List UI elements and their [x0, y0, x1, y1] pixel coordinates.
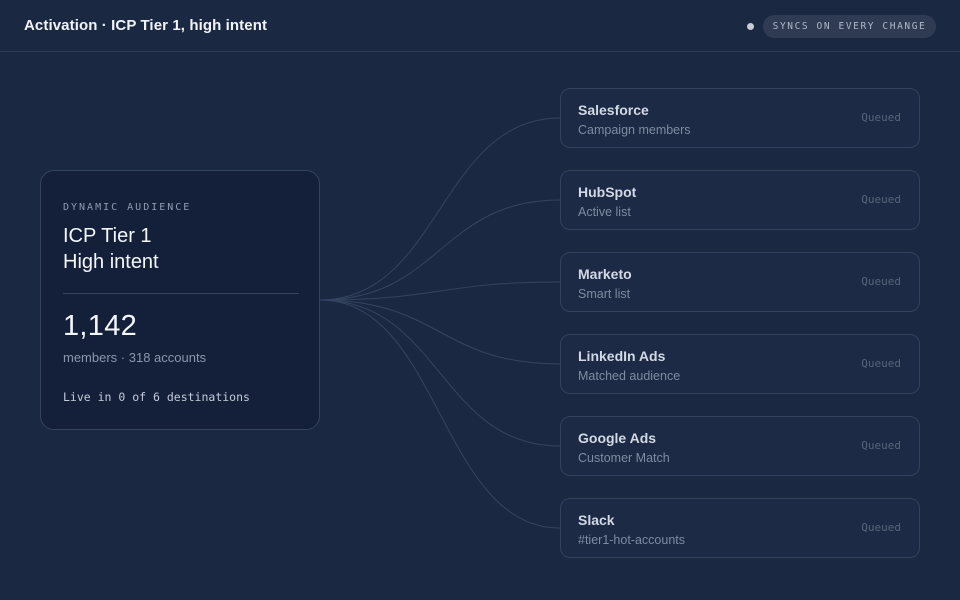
- destination-status: Queued: [861, 439, 901, 452]
- destination-status: Queued: [861, 357, 901, 370]
- destination-name: Google Ads: [578, 430, 657, 446]
- connector-salesforce: [319, 117, 561, 301]
- destination-type: Customer Match: [578, 451, 670, 465]
- destination-name: Salesforce: [578, 102, 649, 118]
- destination-type: Active list: [578, 205, 631, 219]
- destination-name: LinkedIn Ads: [578, 348, 666, 364]
- destination-marketo[interactable]: Marketo Smart list Queued: [560, 252, 920, 312]
- connector-hubspot: [319, 199, 561, 301]
- live-destinations-status: Live in 0 of 6 destinations: [63, 390, 250, 404]
- audience-name-line-2: High intent: [63, 251, 159, 273]
- destination-type: Campaign members: [578, 123, 691, 137]
- destination-type: Smart list: [578, 287, 631, 301]
- destination-status: Queued: [861, 275, 901, 288]
- divider: [63, 293, 299, 294]
- destination-hubspot[interactable]: HubSpot Active list Queued: [560, 170, 920, 230]
- member-summary: members · 318 accounts: [63, 350, 207, 365]
- destination-type: #tier1-hot-accounts: [578, 533, 686, 547]
- audience-name-line-1: ICP Tier 1: [63, 225, 152, 247]
- audience-type-label: DYNAMIC AUDIENCE: [63, 202, 192, 213]
- connector-slack: [319, 299, 561, 529]
- connector-linkedin: [319, 299, 561, 365]
- destination-type: Matched audience: [578, 369, 681, 383]
- destination-name: Slack: [578, 512, 615, 528]
- destination-name: HubSpot: [578, 184, 637, 200]
- destination-salesforce[interactable]: Salesforce Campaign members Queued: [560, 88, 920, 148]
- audience-card[interactable]: DYNAMIC AUDIENCE ICP Tier 1 High intent …: [40, 170, 320, 430]
- destination-google-ads[interactable]: Google Ads Customer Match Queued: [560, 416, 920, 476]
- member-count: 1,142: [63, 310, 138, 342]
- destination-status: Queued: [861, 111, 901, 124]
- destination-status: Queued: [861, 521, 901, 534]
- connector-google: [319, 299, 561, 447]
- destination-status: Queued: [861, 193, 901, 206]
- destination-name: Marketo: [578, 266, 632, 282]
- audience-name: ICP Tier 1 High intent: [63, 223, 303, 275]
- connector-marketo: [319, 281, 561, 301]
- destination-linkedin-ads[interactable]: LinkedIn Ads Matched audience Queued: [560, 334, 920, 394]
- destination-slack[interactable]: Slack #tier1-hot-accounts Queued: [560, 498, 920, 558]
